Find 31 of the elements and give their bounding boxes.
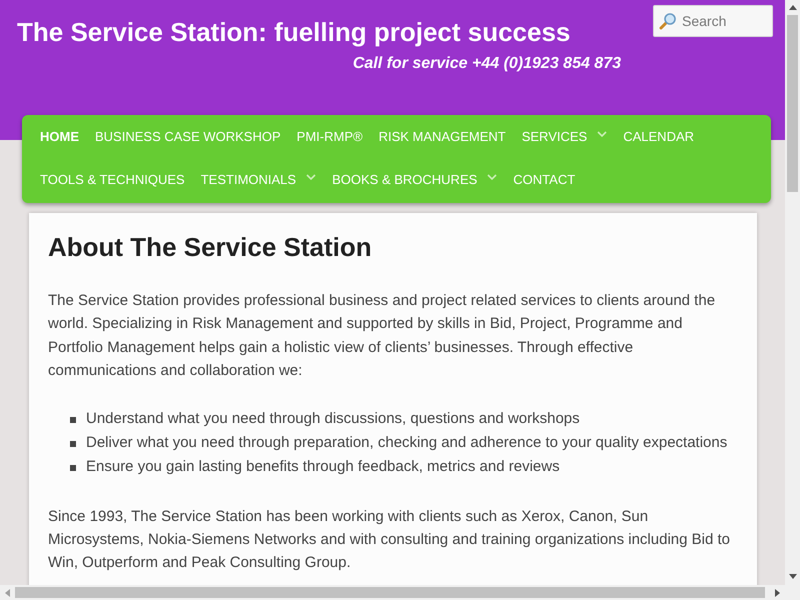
magnifier-icon <box>659 12 677 30</box>
nav-link[interactable]: BOOKS & BROCHURES <box>332 170 498 190</box>
vertical-scrollbar[interactable] <box>785 0 800 585</box>
page-heading: About The Service Station <box>48 231 373 263</box>
nav-link[interactable]: BUSINESS CASE WORKSHOP <box>95 126 281 146</box>
site-title: The Service Station: fuelling project success <box>17 16 570 48</box>
scrollbar-thumb[interactable] <box>787 15 798 192</box>
up-arrow-icon[interactable] <box>788 5 796 10</box>
nav-link[interactable]: HOME <box>40 126 79 146</box>
bullet-icon <box>70 440 76 447</box>
body-paragraph: Since 1993, The Service Station has been working with clients such as Xerox, Canon, Sun Microsystems, Nokia-Siemens Networks and with consulting and training organizations including Bid to Win, Outperform and Peak Consulting Group. <box>48 506 731 574</box>
nav-link[interactable]: RISK MANAGEMENT <box>378 126 506 146</box>
nav-link[interactable]: PMI-RMP® <box>296 126 363 146</box>
horizontal-scrollbar[interactable] <box>0 585 785 600</box>
nav-link[interactable]: TESTIMONIALS <box>200 170 316 190</box>
list-item-text: Deliver what you need through preparation, checking and adherence to your quality expectations <box>86 433 728 454</box>
list-item-text: Understand what you need through discussions, questions and workshops <box>86 409 580 430</box>
bullet-icon <box>70 464 76 471</box>
search-field[interactable]: Search <box>653 5 773 37</box>
left-arrow-icon[interactable] <box>5 588 10 596</box>
nav-link[interactable]: CONTACT <box>513 170 576 190</box>
phone-tagline: Call for service +44 (0)1923 854 873 <box>352 54 621 74</box>
right-arrow-icon[interactable] <box>775 588 780 596</box>
nav-link[interactable]: CALENDAR <box>623 126 694 146</box>
bullet-icon <box>70 416 76 423</box>
down-arrow-icon[interactable] <box>788 574 796 579</box>
list-item-text: Ensure you gain lasting benefits through feedback, metrics and reviews <box>86 457 560 478</box>
body-paragraph: The Service Station provides professional business and project related services to clients around the world. Specializing in Risk Management and supported by skills in Bid, Project, Programme and Portfolio Management helps gain a holistic view of clients’ businesses. Through effective communications and collaboration we: <box>48 291 716 382</box>
scrollbar-thumb[interactable] <box>15 587 765 598</box>
nav-link[interactable]: SERVICES <box>522 126 608 146</box>
nav-link[interactable]: TOOLS & TECHNIQUES <box>40 170 185 190</box>
